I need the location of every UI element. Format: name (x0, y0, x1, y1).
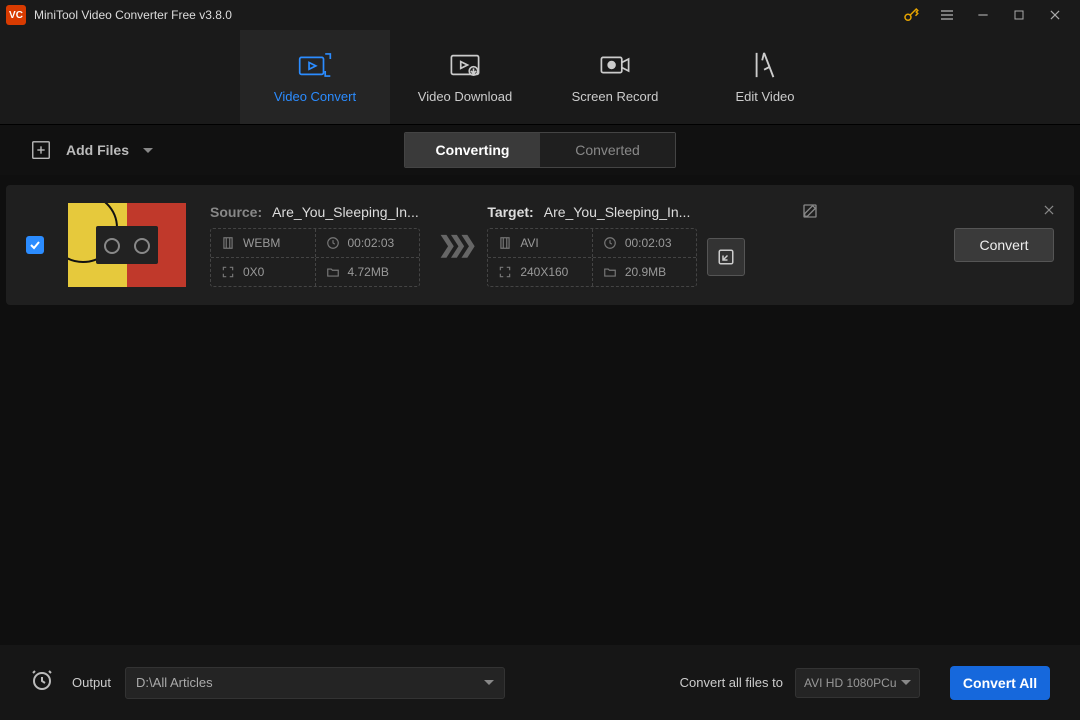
folder-icon (603, 265, 617, 279)
arrow-icon: ❯❯❯ (438, 232, 469, 258)
clock-icon (326, 236, 340, 250)
source-size: 4.72MB (315, 258, 420, 286)
format-icon (498, 236, 512, 250)
menu-icon[interactable] (938, 6, 956, 24)
tab-label: Video Convert (274, 89, 356, 104)
main-tabs: Video Convert Video Download Screen Reco… (0, 30, 1080, 125)
source-format: WEBM (211, 229, 315, 257)
seg-converted[interactable]: Converted (540, 133, 675, 167)
chevron-down-icon (143, 148, 153, 153)
app-logo-icon: VC (6, 5, 26, 25)
source-block: Source: Are_You_Sleeping_In... WEBM 00:0… (210, 204, 420, 287)
output-format-select[interactable]: AVI HD 1080PCu (795, 668, 920, 698)
edit-icon (802, 203, 818, 219)
output-label: Output (72, 675, 111, 690)
source-duration: 00:02:03 (315, 229, 420, 257)
item-checkbox[interactable] (26, 236, 44, 254)
seg-converting[interactable]: Converting (405, 133, 540, 167)
minimize-button[interactable] (974, 6, 992, 24)
convert-all-to-label: Convert all files to (680, 675, 783, 690)
output-path-value: D:\All Articles (136, 675, 213, 690)
convert-button[interactable]: Convert (954, 228, 1054, 262)
bottom-bar: Output D:\All Articles Convert all files… (0, 645, 1080, 720)
close-button[interactable] (1046, 6, 1064, 24)
status-segmented: Converting Converted (404, 132, 676, 168)
target-label: Target: (487, 204, 533, 220)
tab-screen-record[interactable]: Screen Record (540, 30, 690, 124)
settings-icon (717, 248, 735, 266)
video-thumbnail[interactable] (68, 203, 186, 287)
output-path-select[interactable]: D:\All Articles (125, 667, 505, 699)
upgrade-key-icon[interactable] (902, 6, 920, 24)
edit-target-button[interactable] (802, 203, 818, 224)
tab-label: Edit Video (735, 89, 794, 104)
target-format: AVI (488, 229, 592, 257)
target-filename: Are_You_Sleeping_In... (544, 204, 691, 220)
title-bar: VC MiniTool Video Converter Free v3.8.0 (0, 0, 1080, 30)
source-label: Source: (210, 204, 262, 220)
target-dimensions: 240X160 (488, 258, 592, 286)
add-files-label: Add Files (66, 142, 129, 158)
output-format-value: AVI HD 1080PCu (804, 676, 897, 690)
folder-icon (326, 265, 340, 279)
record-icon (598, 51, 632, 79)
schedule-button[interactable] (30, 668, 54, 697)
tab-video-convert[interactable]: Video Convert (240, 30, 390, 124)
clock-icon (603, 236, 617, 250)
tab-video-download[interactable]: Video Download (390, 30, 540, 124)
tab-label: Video Download (418, 89, 512, 104)
format-icon (221, 236, 235, 250)
target-duration: 00:02:03 (592, 229, 697, 257)
add-file-icon (30, 139, 52, 161)
tab-label: Screen Record (572, 89, 659, 104)
source-dimensions: 0X0 (211, 258, 315, 286)
edit-icon (751, 51, 779, 79)
remove-item-button[interactable] (1042, 203, 1056, 222)
chevron-down-icon (484, 680, 494, 685)
file-item: Source: Are_You_Sleeping_In... WEBM 00:0… (6, 185, 1074, 305)
chevron-down-icon (901, 680, 911, 685)
target-block: Target: Are_You_Sleeping_In... AVI 00:02… (487, 204, 745, 287)
target-settings-button[interactable] (707, 238, 745, 276)
convert-icon (298, 51, 332, 79)
source-filename: Are_You_Sleeping_In... (272, 204, 419, 220)
maximize-button[interactable] (1010, 6, 1028, 24)
expand-icon (221, 265, 235, 279)
add-files-button[interactable]: Add Files (30, 139, 153, 161)
app-title: MiniTool Video Converter Free v3.8.0 (34, 8, 902, 22)
alarm-icon (30, 668, 54, 692)
convert-all-button[interactable]: Convert All (950, 666, 1050, 700)
file-list: Source: Are_You_Sleeping_In... WEBM 00:0… (0, 175, 1080, 315)
expand-icon (498, 265, 512, 279)
target-size: 20.9MB (592, 258, 697, 286)
download-icon (448, 51, 482, 79)
tab-edit-video[interactable]: Edit Video (690, 30, 840, 124)
sub-toolbar: Add Files Converting Converted (0, 125, 1080, 175)
